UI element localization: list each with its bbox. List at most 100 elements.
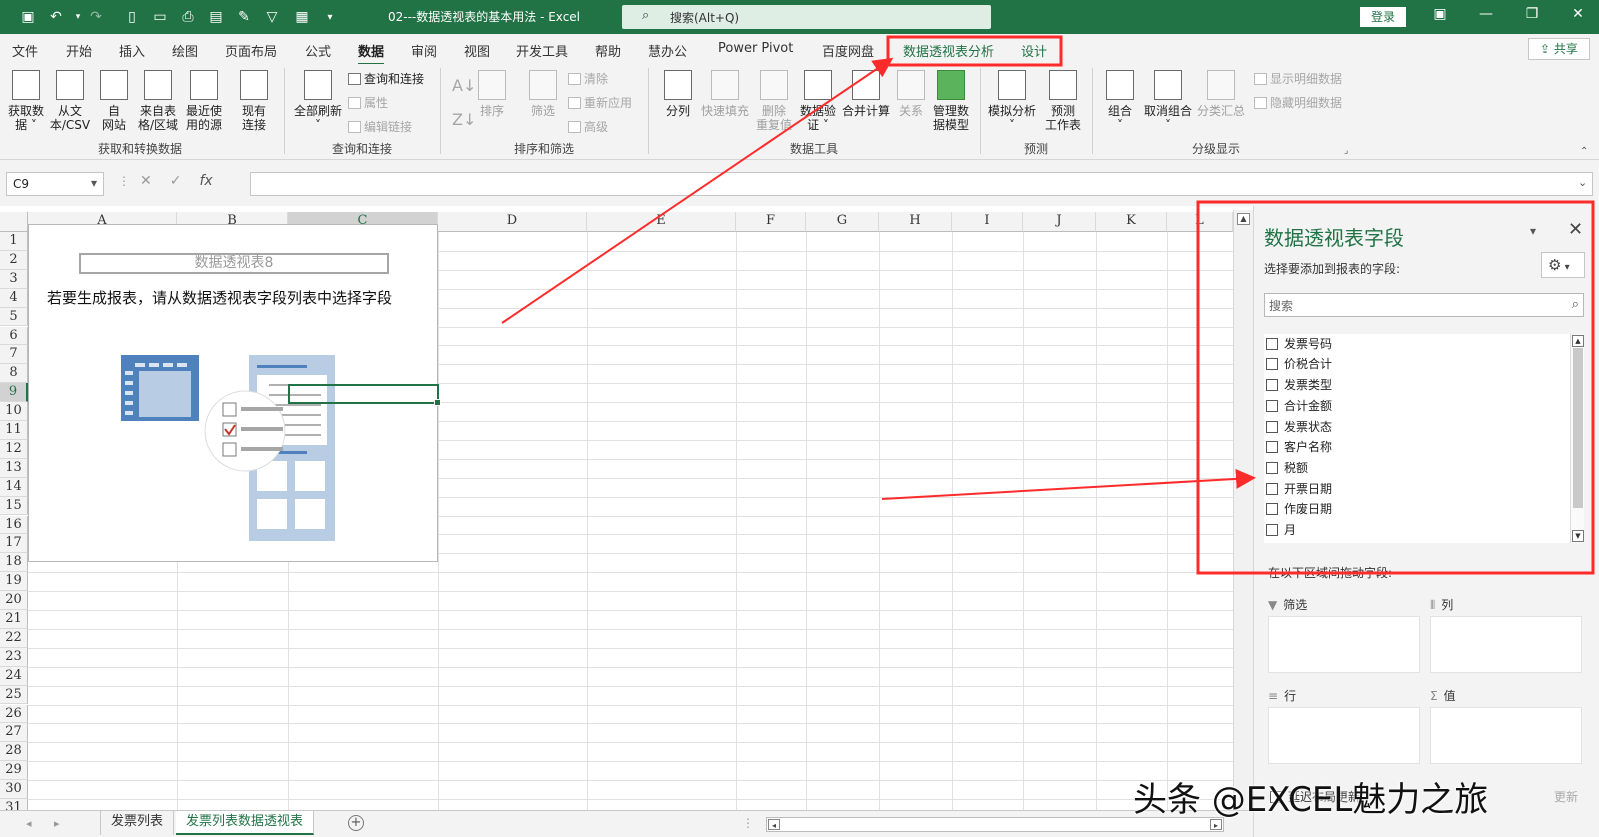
sort-button[interactable]: 排序 — [476, 70, 508, 118]
expand-formula-icon[interactable]: ⌄ — [1578, 176, 1587, 189]
area-dropzone[interactable] — [1268, 707, 1420, 764]
ribbon-display-icon[interactable]: ▣ — [1428, 6, 1452, 28]
pane-options-icon[interactable]: ▾ — [1530, 224, 1536, 238]
field-item[interactable]: 作废日期 — [1266, 499, 1332, 519]
row-header[interactable]: 4 — [0, 288, 28, 308]
data-validation-button[interactable]: 数据验 证 ˅ — [796, 70, 840, 132]
field-item[interactable]: 价税合计 — [1266, 354, 1332, 374]
split-handle-icon[interactable]: ⋮ — [742, 816, 754, 830]
ungroup-button[interactable]: 取消组合 ˅ — [1142, 70, 1194, 132]
row-header[interactable]: 8 — [0, 364, 28, 384]
tab-pivot-design[interactable]: 设计 — [1021, 41, 1047, 60]
row-header[interactable]: 5 — [0, 307, 28, 327]
tab-baidu-netdisk[interactable]: 百度网盘 — [822, 41, 874, 60]
consolidate-button[interactable]: 合并计算 — [840, 70, 892, 118]
redo-icon[interactable]: ↷ — [86, 7, 106, 27]
open-icon[interactable]: ▭ — [150, 7, 170, 27]
name-box[interactable]: C9 — [6, 172, 104, 196]
row-header[interactable]: 31 — [0, 799, 28, 810]
field-item[interactable]: 合计金额 — [1266, 396, 1332, 416]
column-header[interactable]: J — [1023, 212, 1096, 232]
save-icon[interactable]: ▣ — [18, 7, 38, 27]
relationships-button[interactable]: 关系 — [894, 70, 928, 118]
field-item[interactable]: 发票状态 — [1266, 417, 1332, 437]
tab-review[interactable]: 审阅 — [411, 41, 437, 60]
format-painter-icon[interactable]: ✎ — [234, 7, 254, 27]
clear-filter-button[interactable]: 清除 — [568, 70, 608, 87]
field-checkbox[interactable] — [1266, 483, 1278, 495]
collapse-ribbon-icon[interactable]: ⌃ — [1580, 146, 1588, 157]
row-header[interactable]: 12 — [0, 439, 28, 459]
column-header[interactable]: E — [587, 212, 736, 232]
column-header[interactable]: D — [438, 212, 587, 232]
tab-home[interactable]: 开始 — [66, 41, 92, 60]
scroll-left-icon[interactable]: ◂ — [768, 819, 780, 830]
column-header[interactable]: H — [879, 212, 952, 232]
reapply-button[interactable]: 重新应用 — [568, 94, 632, 111]
vertical-scrollbar[interactable]: ▲ — [1233, 210, 1253, 810]
hide-detail-button[interactable]: 隐藏明细数据 — [1254, 94, 1342, 111]
row-header[interactable]: 3 — [0, 269, 28, 289]
customize-icon[interactable]: ▾ — [320, 7, 340, 27]
tab-help[interactable]: 帮助 — [595, 41, 621, 60]
recent-sources-button[interactable]: 最近使 用的源 — [182, 70, 226, 132]
sheet-next-icon[interactable]: ▸ — [54, 817, 60, 830]
new-icon[interactable]: ▯ — [122, 7, 142, 27]
sort-descending-icon[interactable]: Z↓ — [452, 110, 476, 129]
undo-icon[interactable]: ↶ — [46, 7, 66, 27]
share-button[interactable]: ⇪ 共享 — [1528, 38, 1590, 60]
values-area[interactable]: Σ值 — [1430, 687, 1582, 764]
row-header[interactable]: 10 — [0, 402, 28, 421]
columns-area[interactable]: ⦀ 列 — [1430, 596, 1582, 673]
scroll-down-icon[interactable]: ▼ — [1572, 530, 1584, 542]
dialog-launcher-icon[interactable]: ⌟ — [1344, 146, 1348, 156]
selected-cell[interactable] — [288, 384, 441, 406]
tab-insert[interactable]: 插入 — [119, 41, 145, 60]
column-header[interactable]: K — [1096, 212, 1167, 232]
field-checkbox[interactable] — [1266, 441, 1278, 453]
tab-draw[interactable]: 绘图 — [172, 41, 198, 60]
row-header[interactable]: 18 — [0, 553, 28, 573]
row-header[interactable]: 20 — [0, 591, 28, 610]
from-table-button[interactable]: 来自表 格/区域 — [136, 70, 180, 132]
row-header[interactable]: 26 — [0, 704, 28, 724]
row-header[interactable]: 11 — [0, 421, 28, 440]
column-header[interactable]: F — [736, 212, 806, 232]
row-header[interactable]: 24 — [0, 666, 28, 686]
tab-view[interactable]: 视图 — [464, 41, 490, 60]
rows-area[interactable]: ≡ 行 — [1268, 687, 1420, 764]
row-header[interactable]: 6 — [0, 326, 28, 346]
queries-connections-button[interactable]: 查询和连接 — [348, 70, 424, 87]
column-header[interactable]: G — [806, 212, 879, 232]
form-icon[interactable]: ▦ — [292, 7, 312, 27]
forecast-sheet-button[interactable]: 预测 工作表 — [1042, 70, 1084, 132]
row-header[interactable]: 29 — [0, 761, 28, 781]
field-checkbox[interactable] — [1266, 400, 1278, 412]
formula-input[interactable] — [250, 172, 1593, 196]
advanced-filter-button[interactable]: 高级 — [568, 118, 608, 135]
print-icon[interactable]: ⎙ — [178, 7, 198, 27]
row-header[interactable]: 1 — [0, 232, 28, 251]
layout-settings-button[interactable]: ⚙ ▾ — [1541, 252, 1585, 278]
row-header[interactable]: 22 — [0, 628, 28, 648]
restore-icon[interactable]: ❐ — [1520, 6, 1544, 28]
field-list-scrollbar[interactable]: ▲ ▼ — [1570, 334, 1584, 543]
properties-button[interactable]: 属性 — [348, 94, 388, 111]
tab-data[interactable]: 数据 — [358, 41, 385, 66]
field-item[interactable]: 月 — [1266, 520, 1296, 540]
insert-function-button[interactable]: fx — [199, 173, 212, 189]
existing-connections-button[interactable]: 现有 连接 — [236, 70, 272, 132]
cancel-icon[interactable]: ✕ — [140, 173, 170, 189]
tab-pivot-analyze[interactable]: 数据透视表分析 — [903, 41, 994, 60]
minimize-icon[interactable]: — — [1474, 6, 1498, 28]
field-item[interactable]: 发票类型 — [1266, 375, 1332, 395]
area-dropzone[interactable] — [1268, 616, 1420, 673]
update-button[interactable]: 更新 — [1554, 788, 1578, 805]
sheet-prev-icon[interactable]: ◂ — [26, 817, 32, 830]
row-header-selected[interactable]: 9 — [0, 383, 28, 403]
filter-button[interactable]: 筛选 — [526, 70, 560, 118]
from-web-button[interactable]: 自 网站 — [96, 70, 132, 132]
row-header[interactable]: 19 — [0, 572, 28, 592]
print-preview-icon[interactable]: ▤ — [206, 7, 226, 27]
area-dropzone[interactable] — [1430, 707, 1582, 764]
